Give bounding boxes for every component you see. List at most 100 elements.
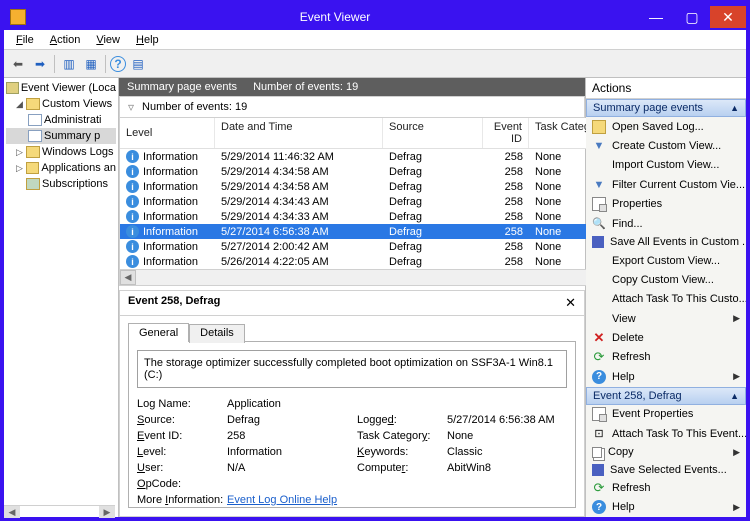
action-refresh-event[interactable]: ⟳Refresh [586, 478, 746, 497]
menu-action[interactable]: Action [42, 32, 89, 48]
col-date[interactable]: Date and Time [215, 118, 383, 148]
center-pane: Summary page events Number of events: 19… [119, 78, 586, 517]
forward-button[interactable]: ➡ [30, 54, 50, 74]
col-event-id[interactable]: Event ID [483, 118, 529, 148]
tree-subscriptions[interactable]: Subscriptions [6, 176, 116, 192]
table-row[interactable]: iInformation5/27/2014 2:00:42 AMDefrag25… [120, 239, 629, 254]
action-save-all[interactable]: Save All Events in Custom ... [586, 233, 746, 250]
val-level: Information [227, 446, 357, 458]
cell-source: Defrag [383, 165, 483, 179]
help-button[interactable]: ? [110, 56, 126, 72]
detail-close-button[interactable]: ✕ [565, 295, 576, 311]
export-button[interactable]: ▦ [81, 54, 101, 74]
val-source: Defrag [227, 414, 357, 426]
tree-summary-page[interactable]: Summary p [6, 128, 116, 144]
actions-section-summary[interactable]: Summary page events▲ [586, 99, 746, 117]
cell-level: Information [143, 151, 198, 163]
tree-custom-views[interactable]: ◢Custom Views [6, 96, 116, 112]
tree-admin-events[interactable]: Administrati [6, 112, 116, 128]
cell-level: Information [143, 226, 198, 238]
action-save-selected[interactable]: Save Selected Events... [586, 461, 746, 478]
maximize-button[interactable]: ▢ [674, 6, 710, 28]
table-row[interactable]: iInformation5/29/2014 4:34:58 AMDefrag25… [120, 164, 629, 179]
tab-panel-general: The storage optimizer successfully compl… [128, 341, 576, 508]
action-copy[interactable]: Copy▶ [586, 443, 746, 460]
toolbar: ⬅ ➡ ▥ ▦ ? ▤ [4, 50, 746, 78]
cell-date: 5/29/2014 4:34:43 AM [215, 195, 383, 209]
cell-event-id: 258 [483, 165, 529, 179]
cell-level: Information [143, 181, 198, 193]
detail-pane: Event 258, Defrag ✕ General Details The … [119, 290, 585, 517]
menu-view[interactable]: View [88, 32, 128, 48]
show-tree-button[interactable]: ▥ [59, 54, 79, 74]
table-row[interactable]: iInformation5/29/2014 4:34:43 AMDefrag25… [120, 194, 629, 209]
minimize-button[interactable]: — [638, 6, 674, 28]
action-filter-current[interactable]: ▼Filter Current Custom Vie... [586, 175, 746, 194]
copy-icon [592, 447, 602, 458]
col-source[interactable]: Source [383, 118, 483, 148]
event-log-online-help-link[interactable]: Event Log Online Help [227, 494, 337, 506]
table-row[interactable]: iInformation5/29/2014 4:34:33 AMDefrag25… [120, 209, 629, 224]
lbl-opcode: OpCode: [137, 478, 227, 490]
table-row[interactable]: iInformation5/29/2014 4:34:58 AMDefrag25… [120, 179, 629, 194]
col-level[interactable]: Level [120, 118, 215, 148]
action-find[interactable]: 🔍Find... [586, 214, 746, 233]
tree-windows-logs[interactable]: ▷Windows Logs [6, 144, 116, 160]
find-icon: 🔍 [592, 217, 606, 231]
collapse-icon: ▲ [730, 103, 739, 113]
nav-tree[interactable]: Event Viewer (Loca ◢Custom Views Adminis… [4, 78, 119, 517]
close-button[interactable]: ✕ [710, 6, 746, 28]
titlebar[interactable]: Event Viewer — ▢ ✕ [4, 4, 746, 30]
action-copy-custom[interactable]: Copy Custom View... [586, 270, 746, 289]
properties-icon [592, 197, 606, 211]
action-help[interactable]: ?Help▶ [586, 367, 746, 386]
lbl-user: User: [137, 462, 227, 474]
info-icon: i [126, 180, 139, 193]
tree-applications[interactable]: ▷Applications an [6, 160, 116, 176]
h-scrollbar[interactable]: ◀▶ [120, 269, 629, 285]
action-event-properties[interactable]: Event Properties [586, 405, 746, 424]
cell-source: Defrag [383, 255, 483, 269]
actions-section-event[interactable]: Event 258, Defrag▲ [586, 387, 746, 405]
val-user: N/A [227, 462, 357, 474]
action-open-saved-log[interactable]: Open Saved Log... [586, 117, 746, 136]
center-header: Summary page events Number of events: 19 [119, 78, 585, 96]
event-message: The storage optimizer successfully compl… [137, 350, 567, 388]
properties-button[interactable]: ▤ [128, 54, 148, 74]
event-grid[interactable]: Level Date and Time Source Event ID Task… [119, 118, 630, 286]
info-icon: i [126, 225, 139, 238]
tab-details[interactable]: Details [189, 324, 245, 343]
action-attach-task-event[interactable]: ⊡Attach Task To This Event... [586, 424, 746, 443]
cell-level: Information [143, 211, 198, 223]
table-row[interactable]: iInformation5/27/2014 6:56:38 AMDefrag25… [120, 224, 629, 239]
action-export-custom[interactable]: Export Custom View... [586, 251, 746, 270]
help-icon: ? [592, 500, 606, 514]
cell-event-id: 258 [483, 225, 529, 239]
action-properties[interactable]: Properties [586, 195, 746, 214]
menu-help[interactable]: Help [128, 32, 167, 48]
action-help-event[interactable]: ?Help▶ [586, 498, 746, 517]
tree-root[interactable]: Event Viewer (Loca [6, 80, 116, 96]
table-row[interactable]: iInformation5/29/2014 11:46:32 AMDefrag2… [120, 149, 629, 164]
action-view[interactable]: View▶ [586, 309, 746, 328]
action-create-custom-view[interactable]: ▼Create Custom View... [586, 136, 746, 155]
table-row[interactable]: iInformation5/26/2014 4:22:05 AMDefrag25… [120, 254, 629, 269]
menu-file[interactable]: File [8, 32, 42, 48]
action-delete[interactable]: ✕Delete [586, 328, 746, 347]
cell-source: Defrag [383, 210, 483, 224]
lbl-computer: Computer: [357, 462, 447, 474]
lbl-more-info: More Information: [137, 494, 227, 506]
cell-source: Defrag [383, 225, 483, 239]
action-refresh[interactable]: ⟳Refresh [586, 348, 746, 367]
action-import-custom-view[interactable]: Import Custom View... [586, 156, 746, 175]
back-button[interactable]: ⬅ [8, 54, 28, 74]
blank-icon [592, 312, 606, 326]
submenu-arrow-icon: ▶ [733, 502, 740, 513]
grid-header[interactable]: Level Date and Time Source Event ID Task… [120, 118, 629, 149]
blank-icon [592, 292, 606, 306]
blank-icon [592, 158, 606, 172]
info-icon: i [126, 210, 139, 223]
cell-date: 5/29/2014 4:34:58 AM [215, 180, 383, 194]
tab-general[interactable]: General [128, 323, 189, 342]
action-attach-task[interactable]: Attach Task To This Custo... [586, 290, 746, 309]
